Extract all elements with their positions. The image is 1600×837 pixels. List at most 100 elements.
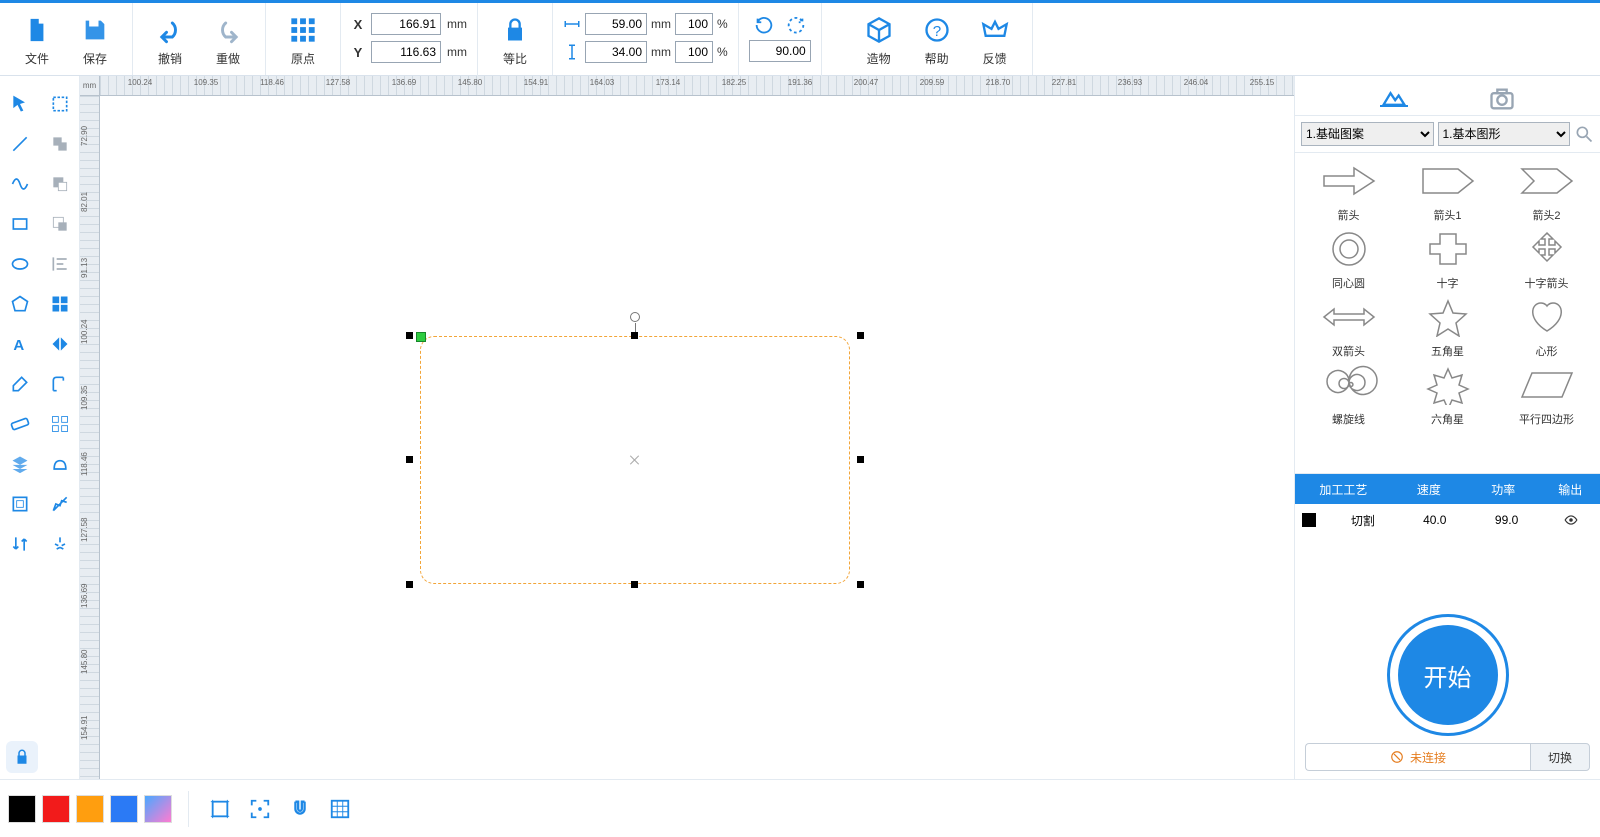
laser-tool[interactable] <box>40 524 80 564</box>
canvas[interactable] <box>100 96 1294 779</box>
w-unit: mm <box>651 17 671 31</box>
marquee-tool[interactable] <box>40 84 80 124</box>
palette-color[interactable] <box>8 795 36 823</box>
rotation-input[interactable] <box>749 40 811 62</box>
focus-button[interactable] <box>245 794 275 824</box>
resize-handle-w[interactable] <box>406 456 413 463</box>
ruler-h-tick: 164.03 <box>590 78 614 87</box>
palette-color[interactable] <box>42 795 70 823</box>
align-tool[interactable] <box>40 244 80 284</box>
lock-canvas-button[interactable] <box>6 741 38 773</box>
trace-tool[interactable] <box>40 484 80 524</box>
crop-tool[interactable] <box>0 484 40 524</box>
tab-shapes[interactable] <box>1380 85 1408 107</box>
origin-handle[interactable] <box>416 332 426 342</box>
select-tool[interactable] <box>0 84 40 124</box>
resize-handle-s[interactable] <box>631 581 638 588</box>
resize-handle-nw[interactable] <box>406 332 413 339</box>
shape-name: 十字 <box>1437 275 1459 291</box>
ruler-v-tick: 154.91 <box>80 700 89 740</box>
shape-name: 同心圆 <box>1332 275 1365 291</box>
shape-name: 双箭头 <box>1332 343 1365 359</box>
category-select-1[interactable]: 1.基础图案 <box>1301 122 1434 146</box>
resize-handle-ne[interactable] <box>857 332 864 339</box>
shape-item[interactable]: 箭头2 <box>1497 159 1596 223</box>
width-input[interactable] <box>585 13 647 35</box>
grid-tool[interactable] <box>40 284 80 324</box>
layer-output-toggle[interactable] <box>1543 513 1600 527</box>
selected-shape[interactable] <box>420 336 850 584</box>
subtract-tool[interactable] <box>40 164 80 204</box>
palette-color[interactable] <box>76 795 104 823</box>
switch-device-button[interactable]: 切换 <box>1530 743 1590 771</box>
magnet-button[interactable] <box>285 794 315 824</box>
shape-item[interactable]: 六角星 <box>1398 363 1497 427</box>
search-icon[interactable] <box>1574 124 1594 144</box>
rotate-ccw-icon[interactable] <box>753 14 775 36</box>
shape-item[interactable]: 同心圆 <box>1299 227 1398 291</box>
layers-tool[interactable] <box>0 444 40 484</box>
array-tool[interactable] <box>40 404 80 444</box>
union-tool[interactable] <box>40 124 80 164</box>
ellipse-tool[interactable] <box>0 244 40 284</box>
rotation-handle[interactable] <box>630 312 640 322</box>
make-button[interactable]: 造物 <box>850 11 908 73</box>
rect-tool[interactable] <box>0 204 40 244</box>
curve-tool[interactable] <box>0 164 40 204</box>
origin-label: 原点 <box>291 50 315 67</box>
width-percent-input[interactable] <box>675 13 713 35</box>
mirror-tool[interactable] <box>40 324 80 364</box>
y-input[interactable] <box>371 41 441 63</box>
category-select-2[interactable]: 1.基本图形 <box>1438 122 1571 146</box>
file-button[interactable]: 文件 <box>8 11 66 73</box>
tab-camera[interactable] <box>1488 85 1516 107</box>
start-button[interactable]: 开始 <box>1398 625 1498 725</box>
line-tool[interactable] <box>0 124 40 164</box>
shape-item[interactable]: 箭头1 <box>1398 159 1497 223</box>
feedback-button[interactable]: 反馈 <box>966 11 1024 73</box>
redo-button[interactable]: 重做 <box>199 11 257 73</box>
height-percent-input[interactable] <box>675 41 713 63</box>
resize-handle-e[interactable] <box>857 456 864 463</box>
ruler-h-tick: 127.58 <box>326 78 350 87</box>
polygon-tool[interactable] <box>0 284 40 324</box>
ruler-v-tick: 72.90 <box>80 106 89 146</box>
shape-item[interactable]: 螺旋线 <box>1299 363 1398 427</box>
save-button[interactable]: 保存 <box>66 11 124 73</box>
height-input[interactable] <box>585 41 647 63</box>
lock-ratio-button[interactable]: 等比 <box>486 11 544 73</box>
redo-icon <box>214 16 242 44</box>
resize-handle-se[interactable] <box>857 581 864 588</box>
outline-tool[interactable] <box>40 444 80 484</box>
palette-color[interactable] <box>144 795 172 823</box>
grid-button[interactable] <box>325 794 355 824</box>
eraser-tool[interactable] <box>0 364 40 404</box>
sort-tool[interactable] <box>0 524 40 564</box>
layer-row[interactable]: 切割40.099.0 <box>1295 504 1600 536</box>
shape-item[interactable]: 十字箭头 <box>1497 227 1596 291</box>
path-edit-tool[interactable] <box>40 364 80 404</box>
origin-button[interactable]: 原点 <box>274 11 332 73</box>
resize-handle-sw[interactable] <box>406 581 413 588</box>
frame-button[interactable] <box>205 794 235 824</box>
shape-item[interactable]: 十字 <box>1398 227 1497 291</box>
right-tabs <box>1295 76 1600 116</box>
x-input[interactable] <box>371 13 441 35</box>
shape-item[interactable]: 五角星 <box>1398 295 1497 359</box>
shape-item[interactable]: 平行四边形 <box>1497 363 1596 427</box>
h-pct: % <box>717 45 728 59</box>
palette-color[interactable] <box>110 795 138 823</box>
undo-button[interactable]: 撤销 <box>141 11 199 73</box>
shape-item[interactable]: 心形 <box>1497 295 1596 359</box>
help-button[interactable]: ? 帮助 <box>908 11 966 73</box>
measure-tool[interactable] <box>0 404 40 444</box>
shape-item[interactable]: 箭头 <box>1299 159 1398 223</box>
ruler-h-tick: 209.59 <box>920 78 944 87</box>
rotate-cw-icon[interactable] <box>785 14 807 36</box>
shape-item[interactable]: 双箭头 <box>1299 295 1398 359</box>
intersect-tool[interactable] <box>40 204 80 244</box>
text-tool[interactable]: A <box>0 324 40 364</box>
shape-name: 箭头2 <box>1532 207 1560 223</box>
resize-handle-n[interactable] <box>631 332 638 339</box>
layer-color <box>1295 513 1323 527</box>
